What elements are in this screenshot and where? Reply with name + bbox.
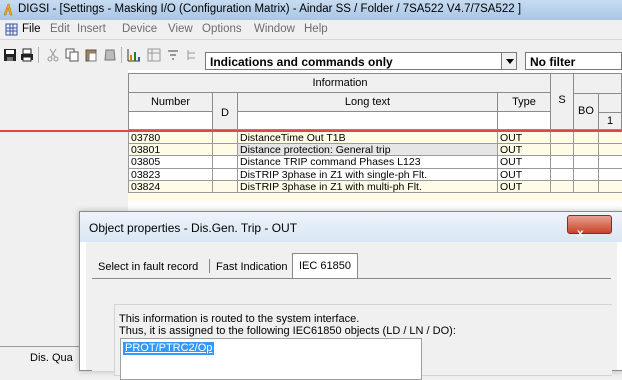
group-label: Dis. Qua	[30, 352, 73, 364]
clear-icon[interactable]	[103, 48, 117, 62]
paste-icon[interactable]	[84, 48, 98, 62]
hierarchy-icon[interactable]	[185, 48, 199, 62]
table-row[interactable]: 03823 DisTRIP 3phase in Z1 with single-ph…	[0, 168, 622, 181]
column-header-s[interactable]: S	[550, 73, 574, 130]
cell-type[interactable]: OUT	[497, 144, 551, 156]
dialog-body: Select in fault record Fast Indication I…	[86, 242, 617, 380]
close-button[interactable]: x	[567, 215, 612, 240]
cell-number[interactable]: 03824	[128, 181, 213, 193]
cell-type[interactable]: OUT	[497, 181, 551, 193]
tab-panel: This information is routed to the system…	[92, 278, 612, 380]
column-header-type[interactable]: Type	[497, 92, 551, 112]
window-title: DIGSI - [Settings - Masking I/O (Configu…	[18, 3, 522, 15]
cell-long-text[interactable]: DisTRIP 3phase in Z1 with single-ph Flt.	[237, 169, 498, 181]
long-text-filter-cell[interactable]	[237, 111, 498, 130]
column-header-long-text[interactable]: Long text	[237, 92, 498, 112]
save-icon[interactable]	[3, 48, 17, 62]
window-title-bar: DIGSI - [Settings - Masking I/O (Configu…	[0, 0, 622, 21]
tab-iec-61850[interactable]: IEC 61850	[292, 253, 358, 279]
column-header-number[interactable]: Number	[128, 92, 213, 112]
cell-number[interactable]: 03801	[128, 144, 213, 156]
cell-number[interactable]: 03780	[128, 132, 213, 144]
info-line-2: Thus, it is assigned to the following IE…	[119, 325, 456, 337]
copy-icon[interactable]	[65, 48, 79, 62]
toolbar-separator	[121, 47, 122, 63]
dialog-title-bar: Object properties - Dis.Gen. Trip - OUT …	[80, 212, 622, 242]
number-filter-cell[interactable]	[128, 111, 213, 130]
table-row[interactable]: 03824 DisTRIP 3phase in Z1 with multi-ph …	[0, 180, 622, 193]
column-header-bo-sub	[598, 93, 622, 113]
menu-options[interactable]: Options	[202, 23, 242, 35]
matrix-menu-icon[interactable]	[5, 23, 18, 36]
print-icon[interactable]	[20, 48, 34, 62]
cell-type[interactable]: OUT	[497, 169, 551, 181]
group-label-cell: Dis. Qua	[0, 346, 79, 369]
iec-object-list[interactable]: PROT/PTRC2/Op	[120, 338, 422, 380]
type-filter-cell[interactable]	[497, 111, 551, 130]
view-filter-combo[interactable]: Indications and commands only	[205, 52, 502, 70]
matrix-icon[interactable]	[147, 48, 161, 62]
cell-long-text[interactable]: Distance TRIP command Phases L123	[237, 156, 498, 168]
cell-long-text[interactable]: Distance protection: General trip	[237, 144, 498, 157]
cell-long-text[interactable]: DisTRIP 3phase in Z1 with multi-ph Flt.	[237, 181, 498, 193]
cell-number[interactable]: 03805	[128, 156, 213, 168]
iec-object-item[interactable]: PROT/PTRC2/Op	[123, 342, 215, 355]
menu-insert[interactable]: Insert	[77, 23, 106, 35]
info-filter-combo[interactable]: No filter	[525, 52, 622, 70]
menu-edit[interactable]: Edit	[50, 23, 70, 35]
cut-icon[interactable]	[46, 48, 60, 62]
cell-number[interactable]: 03823	[128, 169, 213, 181]
filter-icon[interactable]	[166, 48, 180, 62]
menu-view[interactable]: View	[168, 23, 193, 35]
object-properties-dialog: Object properties - Dis.Gen. Trip - OUT …	[79, 211, 622, 380]
column-header-d[interactable]: D	[212, 92, 238, 130]
table-row[interactable]: 03801 Distance protection: General trip OU…	[0, 144, 622, 157]
graph-icon[interactable]	[127, 48, 141, 62]
tab-select-in-fault-record[interactable]: Select in fault record	[92, 256, 204, 278]
digsi-logo-icon	[3, 3, 13, 16]
information-group-header: Information	[128, 73, 552, 93]
dialog-title: Object properties - Dis.Gen. Trip - OUT	[89, 221, 298, 235]
cell-type[interactable]: OUT	[497, 156, 551, 168]
menu-device[interactable]: Device	[122, 23, 157, 35]
menu-bar: File Edit Insert Device View Options Win…	[0, 20, 622, 40]
menu-help[interactable]: Help	[304, 23, 328, 35]
table-row[interactable]: 03805 Distance TRIP command Phases L123 OU…	[0, 156, 622, 169]
cell-long-text[interactable]: DistanceTime Out T1B	[237, 132, 498, 144]
close-icon: x	[577, 226, 584, 240]
table-row[interactable]: 03780 DistanceTime Out T1B OUT	[0, 132, 622, 145]
tab-fast-indication[interactable]: Fast Indication	[210, 256, 294, 278]
toolbar-separator	[38, 47, 39, 63]
chevron-down-icon[interactable]	[501, 52, 517, 70]
iec-panel-group: This information is routed to the system…	[114, 304, 612, 380]
info-line-1: This information is routed to the system…	[119, 313, 360, 325]
toolbar: Indications and commands only No filter	[0, 40, 622, 71]
cell-type[interactable]: OUT	[497, 132, 551, 144]
column-header-destination	[573, 73, 622, 94]
menu-window[interactable]: Window	[254, 23, 295, 35]
column-header-bo-1[interactable]: 1	[598, 112, 622, 130]
column-header-bo[interactable]: BO	[573, 93, 599, 130]
menu-file[interactable]: File	[22, 23, 41, 35]
row-partial	[128, 193, 622, 201]
